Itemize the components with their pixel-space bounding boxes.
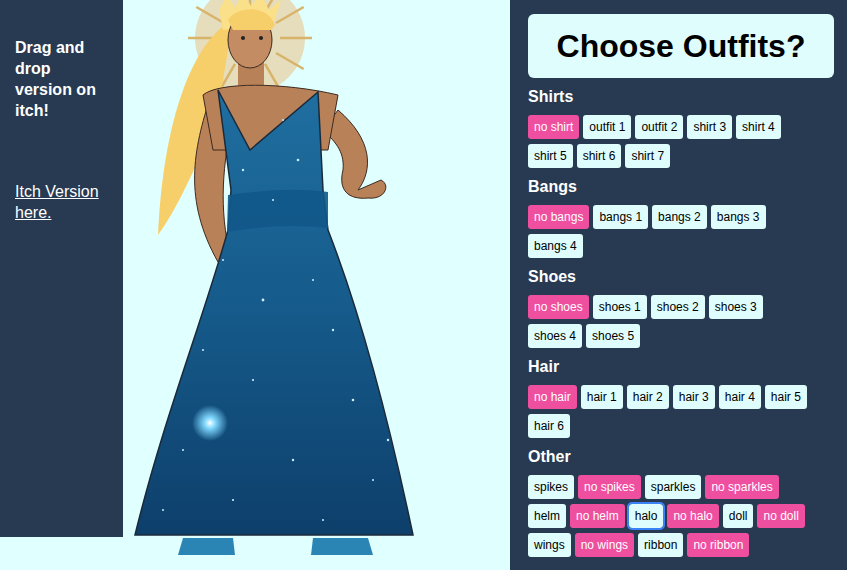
panel-title: Choose Outfits? (557, 27, 806, 65)
option-button[interactable]: bangs 1 (593, 205, 648, 229)
section-title: Bangs (528, 178, 834, 196)
option-button[interactable]: shoes 1 (593, 295, 647, 319)
section-title: Shoes (528, 268, 834, 286)
option-button[interactable]: no helm (570, 504, 625, 528)
option-row: helmno helmhalono halodollno doll (528, 504, 834, 528)
section-title: Hair (528, 358, 834, 376)
option-button[interactable]: ribbon (638, 533, 683, 557)
option-button[interactable]: shirt 7 (625, 144, 670, 168)
left-column: Drag and drop version on itch! Itch Versi… (0, 0, 123, 570)
option-button[interactable]: no spikes (578, 475, 641, 499)
section-title: Other (528, 448, 834, 466)
option-row: no shirtoutfit 1outfit 2shirt 3shirt 4 (528, 115, 834, 139)
option-row: wingsno wingsribbonno ribbon (528, 533, 834, 557)
option-section: Bangsno bangsbangs 1bangs 2bangs 3bangs … (528, 178, 834, 258)
option-row: shoes 4shoes 5 (528, 324, 834, 348)
options-panel: Choose Outfits? Shirts no shirtoutfit 1out… (510, 0, 847, 570)
option-button[interactable]: no doll (757, 504, 804, 528)
option-button[interactable]: sparkles (645, 475, 702, 499)
option-row: no hairhair 1hair 2hair 3hair 4hair 5 (528, 385, 834, 409)
itch-link[interactable]: Itch Version here. (15, 181, 110, 223)
option-button[interactable]: wings (528, 533, 571, 557)
option-button[interactable]: halo (629, 504, 664, 528)
option-button[interactable]: shoes 5 (586, 324, 640, 348)
option-rows: no bangsbangs 1bangs 2bangs 3 bangs 4 (528, 205, 834, 258)
option-row: spikesno spikessparklesno sparkles (528, 475, 834, 499)
option-button[interactable]: no shirt (528, 115, 579, 139)
option-button[interactable]: bangs 2 (652, 205, 707, 229)
option-button[interactable]: shirt 6 (577, 144, 622, 168)
option-row: no shoesshoes 1shoes 2shoes 3 (528, 295, 834, 319)
page: Drag and drop version on itch! Itch Versi… (0, 0, 847, 570)
option-button[interactable]: no wings (575, 533, 634, 557)
option-button[interactable]: no sparkles (705, 475, 778, 499)
canvas[interactable] (123, 0, 510, 570)
option-button[interactable]: spikes (528, 475, 574, 499)
option-button[interactable]: hair 5 (765, 385, 807, 409)
option-button[interactable]: outfit 2 (635, 115, 683, 139)
sections: Shirtsno shirtoutfit 1outfit 2shirt 3shi… (528, 88, 834, 557)
option-section: Other spikesno spikessparklesno sparkles h… (528, 448, 834, 557)
option-button[interactable]: doll (723, 504, 754, 528)
character-figure (123, 0, 510, 570)
option-row: shirt 5shirt 6shirt 7 (528, 144, 834, 168)
option-button[interactable]: hair 4 (719, 385, 761, 409)
option-button[interactable]: shirt 5 (528, 144, 573, 168)
option-button[interactable]: shoes 3 (709, 295, 763, 319)
option-section: Hairno hairhair 1hair 2hair 3hair 4hair … (528, 358, 834, 438)
option-button[interactable]: hair 2 (627, 385, 669, 409)
section-title: Shirts (528, 88, 834, 106)
option-button[interactable]: hair 6 (528, 414, 570, 438)
option-button[interactable]: no shoes (528, 295, 589, 319)
option-row: bangs 4 (528, 234, 834, 258)
option-button[interactable]: hair 1 (581, 385, 623, 409)
option-button[interactable]: bangs 3 (711, 205, 766, 229)
option-button[interactable]: shoes 4 (528, 324, 582, 348)
option-rows: spikesno spikessparklesno sparkleshelmno… (528, 475, 834, 557)
option-rows: no shoesshoes 1shoes 2shoes 3shoes 4shoe… (528, 295, 834, 348)
option-row: hair 6 (528, 414, 834, 438)
sidebar: Drag and drop version on itch! Itch Versi… (0, 0, 123, 537)
option-button[interactable]: no ribbon (687, 533, 749, 557)
option-button[interactable]: hair 3 (673, 385, 715, 409)
option-section: Shirtsno shirtoutfit 1outfit 2shirt 3shi… (528, 88, 834, 168)
option-section: Shoesno shoesshoes 1shoes 2shoes 3shoes … (528, 268, 834, 348)
option-button[interactable]: helm (528, 504, 566, 528)
option-button[interactable]: no halo (667, 504, 718, 528)
option-rows: no hairhair 1hair 2hair 3hair 4hair 5hai… (528, 385, 834, 438)
option-button[interactable]: bangs 4 (528, 234, 583, 258)
option-button[interactable]: shirt 4 (736, 115, 781, 139)
panel-header: Choose Outfits? (528, 14, 834, 78)
option-button[interactable]: no bangs (528, 205, 589, 229)
option-rows: no shirtoutfit 1outfit 2shirt 3shirt 4sh… (528, 115, 834, 168)
option-button[interactable]: outfit 1 (583, 115, 631, 139)
option-row: no bangsbangs 1bangs 2bangs 3 (528, 205, 834, 229)
sidebar-text: Drag and drop version on itch! (15, 37, 107, 121)
option-button[interactable]: shirt 3 (687, 115, 732, 139)
option-button[interactable]: shoes 2 (651, 295, 705, 319)
option-button[interactable]: no hair (528, 385, 577, 409)
